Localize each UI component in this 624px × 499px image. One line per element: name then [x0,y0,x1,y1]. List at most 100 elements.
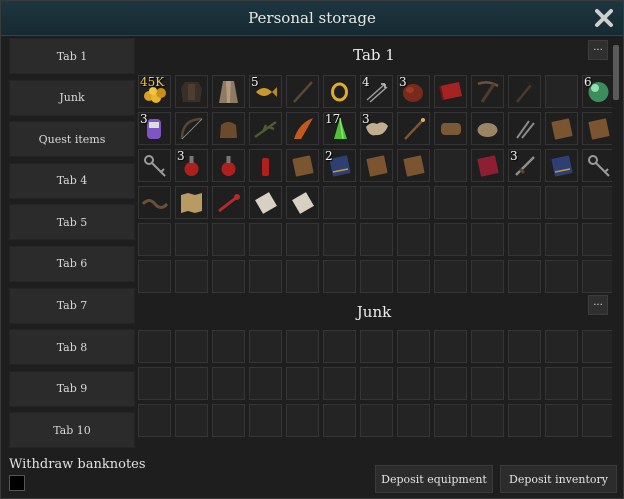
empty-slot[interactable] [582,330,612,363]
item-slot[interactable]: 17 [323,112,356,145]
item-slot[interactable] [582,149,612,182]
empty-slot[interactable] [397,186,430,219]
empty-slot[interactable] [545,404,578,437]
item-slot[interactable] [138,149,171,182]
tab-7[interactable]: Tab 7 [9,287,135,324]
empty-slot[interactable] [323,367,356,400]
tab-4[interactable]: Tab 4 [9,162,135,199]
empty-slot[interactable] [397,367,430,400]
empty-slot[interactable] [545,260,578,293]
item-slot[interactable] [286,186,319,219]
deposit-inventory-button[interactable]: Deposit inventory [500,465,617,493]
item-slot[interactable]: 3 [397,75,430,108]
item-slot[interactable]: 3 [360,112,393,145]
empty-slot[interactable] [249,260,282,293]
tab-10[interactable]: Tab 10 [9,412,135,449]
empty-slot[interactable] [545,367,578,400]
tab-1[interactable]: Tab 1 [9,38,135,74]
empty-slot[interactable] [212,260,245,293]
empty-slot[interactable] [582,404,612,437]
empty-slot[interactable] [508,404,541,437]
item-slot[interactable] [286,149,319,182]
item-slot[interactable] [212,112,245,145]
empty-slot[interactable] [138,223,171,256]
empty-slot[interactable] [360,186,393,219]
empty-slot[interactable] [286,367,319,400]
item-slot[interactable] [212,186,245,219]
empty-slot[interactable] [249,330,282,363]
junk-options-button[interactable]: ... [588,295,608,315]
empty-slot[interactable] [508,367,541,400]
empty-slot[interactable] [323,404,356,437]
empty-slot[interactable] [434,186,467,219]
empty-slot[interactable] [397,223,430,256]
empty-slot[interactable] [471,223,504,256]
empty-slot[interactable] [360,223,393,256]
item-slot[interactable]: 2 [323,149,356,182]
item-slot[interactable]: 3 [175,149,208,182]
empty-slot[interactable] [286,330,319,363]
empty-slot[interactable] [471,367,504,400]
empty-slot[interactable] [138,260,171,293]
tab-quest-items[interactable]: Quest items [9,121,135,158]
item-slot[interactable]: 5 [249,75,282,108]
item-slot[interactable]: 6 [582,75,612,108]
empty-slot[interactable] [545,186,578,219]
item-slot[interactable] [434,75,467,108]
item-slot[interactable]: 3 [138,112,171,145]
item-slot[interactable] [471,149,504,182]
empty-slot[interactable] [212,367,245,400]
item-slot[interactable] [397,112,430,145]
item-slot[interactable] [434,112,467,145]
empty-slot[interactable] [323,223,356,256]
empty-slot[interactable] [471,186,504,219]
empty-slot[interactable] [434,330,467,363]
empty-slot[interactable] [175,330,208,363]
empty-slot[interactable] [582,223,612,256]
empty-slot[interactable] [360,330,393,363]
item-slot[interactable] [286,75,319,108]
empty-slot[interactable] [286,404,319,437]
empty-slot[interactable] [434,367,467,400]
empty-slot[interactable] [323,186,356,219]
empty-slot[interactable] [471,260,504,293]
item-slot[interactable] [397,149,430,182]
empty-slot[interactable] [397,330,430,363]
empty-slot[interactable] [138,330,171,363]
empty-slot[interactable] [175,260,208,293]
item-slot[interactable] [212,149,245,182]
item-slot[interactable] [471,112,504,145]
empty-slot[interactable] [397,260,430,293]
scrollbar-thumb[interactable] [613,45,619,100]
empty-slot[interactable] [582,367,612,400]
empty-slot[interactable] [582,186,612,219]
item-slot[interactable] [508,112,541,145]
empty-slot[interactable] [212,330,245,363]
empty-slot[interactable] [508,186,541,219]
item-slot[interactable] [471,75,504,108]
item-slot[interactable] [286,112,319,145]
empty-slot[interactable] [471,330,504,363]
empty-slot[interactable] [249,223,282,256]
tab-junk[interactable]: Junk [9,79,135,116]
tab-6[interactable]: Tab 6 [9,245,135,282]
item-slot[interactable] [582,112,612,145]
item-slot[interactable] [138,186,171,219]
empty-slot[interactable] [545,223,578,256]
empty-slot[interactable] [212,404,245,437]
empty-slot[interactable] [508,260,541,293]
item-slot[interactable]: 4 [360,75,393,108]
item-slot[interactable]: 45K [138,75,171,108]
deposit-equipment-button[interactable]: Deposit equipment [375,465,493,493]
empty-slot[interactable] [138,367,171,400]
item-slot[interactable] [323,75,356,108]
empty-slot[interactable] [434,404,467,437]
close-icon[interactable] [593,7,615,29]
item-slot[interactable] [545,112,578,145]
empty-slot[interactable] [286,260,319,293]
empty-slot[interactable] [175,404,208,437]
tab-8[interactable]: Tab 8 [9,329,135,366]
item-slot[interactable] [212,75,245,108]
empty-slot[interactable] [249,404,282,437]
empty-slot[interactable] [545,330,578,363]
